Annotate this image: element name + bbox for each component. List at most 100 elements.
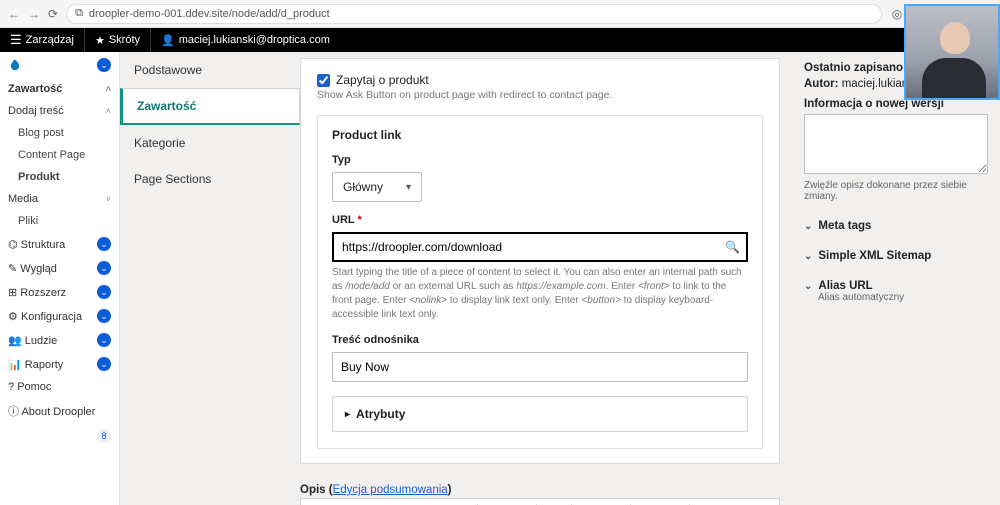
url-hint: Start typing the title of a piece of con…: [332, 266, 748, 322]
chevron-down-icon: ⌄: [97, 58, 111, 72]
meta-tags-section[interactable]: ⌄ Meta tags: [804, 220, 988, 232]
vtab-content[interactable]: Zawartość: [120, 88, 300, 125]
structure-icon: ⌬: [8, 239, 18, 251]
sidebar-item-add-content[interactable]: Dodaj treść ˄: [0, 100, 119, 122]
chevron-down-icon: ▾: [406, 182, 411, 193]
config-label: Konfiguracja: [21, 311, 82, 323]
attributes-accordion[interactable]: ▸ Atrybuty: [332, 396, 748, 432]
chevron-down-icon: ⌄: [97, 285, 111, 299]
sidebar-item-blog-post[interactable]: Blog post: [0, 122, 119, 144]
people-icon: 👥: [8, 335, 22, 347]
sidebar-item-reports[interactable]: 📊 Raporty ⌄: [0, 352, 119, 376]
gear-icon: ⚙: [8, 311, 18, 323]
sidebar-item-people[interactable]: 👥 Ludzie ⌄: [0, 328, 119, 352]
vertical-tabs: Podstawowe Zawartość Kategorie Page Sect…: [120, 52, 300, 505]
user-label: maciej.lukianski@droptica.com: [179, 34, 330, 46]
vtab-categories[interactable]: Kategorie: [120, 125, 300, 161]
alias-url-section[interactable]: ⌄ Alias URL: [804, 280, 988, 292]
hamburger-icon: ☰: [10, 32, 22, 48]
sidebar-item-help[interactable]: ? Pomoc: [0, 376, 119, 398]
sidebar-item-files[interactable]: Pliki: [0, 210, 119, 232]
sidebar-item-about[interactable]: ⓘ About Droopler: [0, 398, 119, 424]
admin-toolbar: ☰ Zarządzaj ★ Skróty 👤 maciej.lukianski@…: [0, 28, 1000, 52]
vtab-page-sections[interactable]: Page Sections: [120, 161, 300, 197]
url-input[interactable]: [332, 232, 748, 262]
content-label: Zawartość: [8, 83, 62, 95]
reports-count-badge: 8: [97, 429, 111, 443]
toolbar-manage[interactable]: ☰ Zarządzaj: [0, 28, 85, 52]
chevron-down-icon: ⌄: [97, 357, 111, 371]
help-icon: ?: [8, 381, 14, 393]
toolbar-user[interactable]: 👤 maciej.lukianski@droptica.com: [151, 28, 340, 52]
ask-about-product-checkbox[interactable]: [317, 74, 330, 87]
chevron-down-icon: ⌄: [804, 221, 812, 232]
site-info-icon[interactable]: ⧉: [75, 7, 83, 20]
address-bar[interactable]: ⧉ droopler-demo-001.ddev.site/node/add/d…: [66, 4, 882, 24]
vtab-basic[interactable]: Podstawowe: [120, 52, 300, 88]
sidebar-item-content[interactable]: Zawartość ˄: [0, 78, 119, 100]
puzzle-icon: ⊞: [8, 287, 17, 299]
url-text: droopler-demo-001.ddev.site/node/add/d_p…: [89, 8, 330, 20]
help-label: Pomoc: [17, 381, 51, 393]
xml-sitemap-section[interactable]: ⌄ Simple XML Sitemap: [804, 250, 988, 262]
shortcuts-label: Skróty: [109, 34, 140, 46]
url-label: URL *: [332, 214, 748, 226]
wysiwyg-editor: B I U S X² X₂ T↯ ≡ ≣▾ 🔗 ☰▾ ☷▾ ⇤: [300, 498, 780, 505]
nav-reload-icon[interactable]: ⟳: [48, 7, 58, 21]
link-text-input[interactable]: [332, 352, 748, 382]
chevron-up-icon: ˄: [106, 106, 111, 116]
admin-sidebar: ⌄ Zawartość ˄ Dodaj treść ˄ Blog post Co…: [0, 52, 120, 505]
search-icon[interactable]: 🔍: [725, 240, 740, 254]
nav-forward-icon[interactable]: →: [28, 7, 40, 21]
sidebar-reports-badge-row: 8: [0, 424, 119, 448]
alias-url-label: Alias URL: [818, 280, 872, 292]
chevron-right-icon: ▸: [345, 409, 350, 420]
media-label: Media: [8, 193, 38, 205]
sidebar-item-product[interactable]: Produkt: [0, 166, 119, 188]
reports-label: Raporty: [25, 359, 64, 371]
chevron-down-icon: ⌄: [804, 281, 812, 292]
appearance-label: Wygląd: [20, 263, 57, 275]
chevron-down-icon: ⌄: [97, 309, 111, 323]
revision-help: Zwięźle opisz dokonane przez siebie zmia…: [804, 180, 988, 202]
ext-icon-1[interactable]: ◎: [890, 7, 904, 21]
chevron-down-icon: ⌄: [97, 261, 111, 275]
webcam-overlay: [904, 4, 1000, 100]
link-text-label: Treść odnośnika: [332, 334, 748, 346]
sidebar-item-appearance[interactable]: ✎ Wygląd ⌄: [0, 256, 119, 280]
editor-toolbar-row-1: B I U S X² X₂ T↯ ≡ ≣▾ 🔗 ☰▾ ☷▾ ⇤: [301, 499, 779, 505]
revision-textarea[interactable]: [804, 114, 988, 174]
sidebar-item-media[interactable]: Media ˅: [0, 188, 119, 210]
about-label: About Droopler: [21, 406, 95, 418]
toolbar-shortcuts[interactable]: ★ Skróty: [85, 28, 151, 52]
sidebar-logo-row[interactable]: ⌄: [0, 52, 119, 78]
main-form-area: Zapytaj o produkt Show Ask Button on pro…: [300, 52, 792, 505]
product-link-fieldset: Product link Typ Główny ▾ URL * 🔍 Start …: [317, 115, 763, 449]
sidebar-item-extend[interactable]: ⊞ Rozszerz ⌄: [0, 280, 119, 304]
type-select[interactable]: Główny ▾: [332, 172, 422, 202]
meta-tags-label: Meta tags: [818, 220, 871, 232]
brush-icon: ✎: [8, 263, 17, 275]
manage-label: Zarządzaj: [26, 34, 74, 46]
type-value: Główny: [343, 180, 383, 194]
chevron-down-icon: ⌄: [97, 237, 111, 251]
add-content-label: Dodaj treść: [8, 105, 64, 117]
sidebar-item-config[interactable]: ⚙ Konfiguracja ⌄: [0, 304, 119, 328]
form-panel: Zapytaj o produkt Show Ask Button on pro…: [300, 58, 780, 464]
chevron-down-icon: ˅: [106, 194, 111, 204]
sidebar-item-structure[interactable]: ⌬ Struktura ⌄: [0, 232, 119, 256]
type-label: Typ: [332, 154, 748, 166]
ask-help-text: Show Ask Button on product page with red…: [317, 89, 763, 101]
sidebar-item-content-page[interactable]: Content Page: [0, 144, 119, 166]
edit-summary-link[interactable]: Edycja podsumowania: [333, 484, 448, 496]
structure-label: Struktura: [21, 239, 66, 251]
browser-bar: ← → ⟳ ⧉ droopler-demo-001.ddev.site/node…: [0, 0, 1000, 28]
people-label: Ludzie: [25, 335, 57, 347]
chevron-down-icon: ⌄: [804, 251, 812, 262]
alias-note: Alias automatyczny: [818, 292, 988, 303]
drupal-icon: [8, 58, 22, 72]
node-meta-sidebar: Ostatnio zapisano: Jeszcze Autor: maciej…: [792, 52, 1000, 505]
fieldset-legend: Product link: [332, 128, 748, 142]
nav-back-icon[interactable]: ←: [8, 7, 20, 21]
description-section: Opis (Edycja podsumowania) B I U S X² X₂…: [300, 482, 780, 505]
